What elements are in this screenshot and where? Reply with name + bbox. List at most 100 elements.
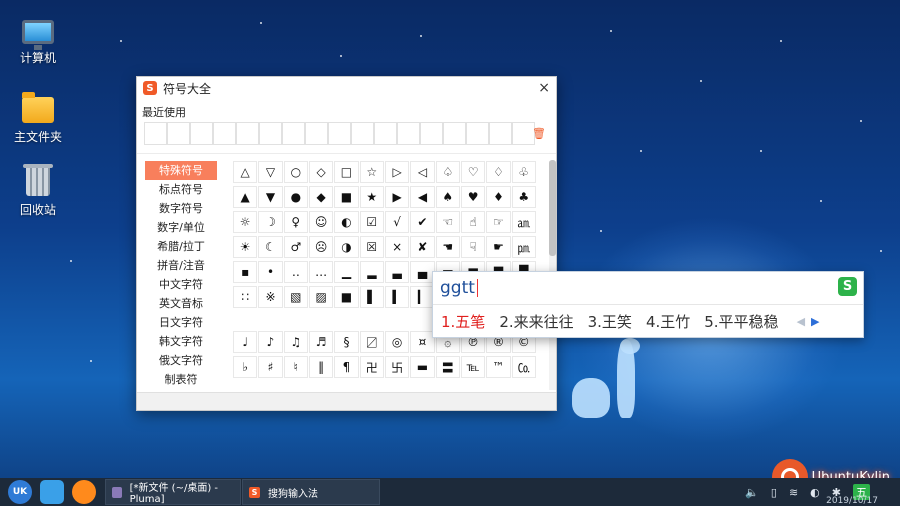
symbol-cell[interactable]: √: [384, 211, 410, 233]
symbol-cell[interactable]: ∷: [233, 286, 258, 308]
symbol-cell[interactable]: ‥: [283, 261, 308, 283]
symbol-cell[interactable]: △: [233, 161, 258, 183]
recent-cell[interactable]: [305, 122, 328, 145]
symbol-cell[interactable]: ☚: [435, 236, 460, 258]
category-item[interactable]: 标点符号: [145, 180, 217, 199]
symbol-cell[interactable]: 〓: [435, 356, 460, 378]
symbol-cell[interactable]: ◐: [334, 211, 359, 233]
symbol-cell[interactable]: ♀: [283, 211, 308, 233]
task-sogou[interactable]: S 搜狗输入法: [242, 479, 380, 505]
symbol-cell[interactable]: ♂: [283, 236, 308, 258]
symbol-cell[interactable]: ♪: [258, 331, 283, 353]
symbol-cell[interactable]: ●: [283, 186, 308, 208]
recent-cell[interactable]: [144, 122, 167, 145]
symbol-cell[interactable]: ♡: [460, 161, 486, 183]
symbol-cell[interactable]: •: [258, 261, 283, 283]
symbol-cell[interactable]: ♧: [511, 161, 536, 183]
recent-cell[interactable]: [282, 122, 305, 145]
start-menu-button[interactable]: UK: [8, 480, 32, 504]
symbol-cell[interactable]: ×: [384, 236, 410, 258]
symbol-cell[interactable]: ▄: [410, 261, 435, 283]
category-item[interactable]: 制表符: [145, 370, 217, 389]
symbol-cell[interactable]: ☒: [359, 236, 384, 258]
symbol-cell[interactable]: ☀: [233, 236, 258, 258]
recent-cell[interactable]: [190, 122, 213, 145]
category-item[interactable]: 中文字符: [145, 275, 217, 294]
symbol-cell[interactable]: ▪: [233, 261, 258, 283]
symbol-cell[interactable]: 卍: [359, 356, 384, 378]
symbol-cell[interactable]: ☞: [486, 211, 511, 233]
symbol-cell[interactable]: ▬: [410, 356, 435, 378]
symbol-cell[interactable]: ♬: [308, 331, 334, 353]
clear-recent-icon[interactable]: 🗑: [532, 127, 546, 140]
recent-cell[interactable]: [213, 122, 236, 145]
symbol-cell[interactable]: ♫: [283, 331, 308, 353]
recent-cell[interactable]: [397, 122, 420, 145]
symbol-cell[interactable]: ▌: [359, 286, 384, 308]
recent-cell[interactable]: [374, 122, 397, 145]
symbol-cell[interactable]: □: [334, 161, 359, 183]
category-item[interactable]: 特殊符号: [145, 161, 217, 180]
desktop-icon-trash[interactable]: 回收站: [0, 164, 76, 218]
symbol-cell[interactable]: ☹: [308, 236, 334, 258]
symbol-cell[interactable]: ▎: [410, 286, 435, 308]
scrollbar-thumb[interactable]: [549, 160, 556, 256]
task-pluma[interactable]: [*新文件 (~/桌面) - Pluma]: [105, 479, 241, 505]
symbol-cell[interactable]: ※: [258, 286, 283, 308]
symbol-cell[interactable]: ▨: [308, 286, 334, 308]
symbol-cell[interactable]: ▁: [334, 261, 359, 283]
symbol-cell[interactable]: ✘: [410, 236, 435, 258]
category-item[interactable]: 英文音标: [145, 294, 217, 313]
category-item[interactable]: 希腊/拉丁: [145, 237, 217, 256]
recent-cell[interactable]: [259, 122, 282, 145]
symbol-cell[interactable]: ㏘: [511, 236, 536, 258]
symbol-cell[interactable]: ♦: [486, 186, 511, 208]
ime-candidate[interactable]: 2.来来往往: [499, 311, 573, 332]
symbol-cell[interactable]: ♯: [258, 356, 283, 378]
recent-cell[interactable]: [236, 122, 259, 145]
symbol-cell[interactable]: ▲: [233, 186, 258, 208]
symbol-cell[interactable]: ¶: [334, 356, 359, 378]
symbol-cell[interactable]: ★: [359, 186, 384, 208]
ime-candidate[interactable]: 1.五笔: [441, 311, 485, 332]
symbol-cell[interactable]: ◆: [308, 186, 334, 208]
close-button[interactable]: ×: [538, 80, 550, 96]
symbol-cell[interactable]: ™: [486, 356, 511, 378]
symbol-cell[interactable]: ☟: [460, 236, 486, 258]
symbol-cell[interactable]: ☺: [308, 211, 334, 233]
recent-cell[interactable]: [167, 122, 190, 145]
volume-icon[interactable]: 🔈: [745, 486, 759, 499]
symbol-cell[interactable]: ‖: [308, 356, 334, 378]
recent-cell[interactable]: [328, 122, 351, 145]
display-icon[interactable]: ▯: [771, 486, 777, 499]
symbol-cell[interactable]: ✔: [410, 211, 435, 233]
recent-cell[interactable]: [466, 122, 489, 145]
symbol-cell[interactable]: ♮: [283, 356, 308, 378]
symbol-cell[interactable]: ■: [334, 286, 359, 308]
recent-cell[interactable]: [489, 122, 512, 145]
symbol-cell[interactable]: ◁: [410, 161, 435, 183]
category-item[interactable]: 日文字符: [145, 313, 217, 332]
symbol-cell[interactable]: ㏂: [511, 211, 536, 233]
symbol-cell[interactable]: ♥: [460, 186, 486, 208]
symbol-cell[interactable]: ◀: [410, 186, 435, 208]
symbol-cell[interactable]: ▧: [283, 286, 308, 308]
symbol-cell[interactable]: ㏇: [511, 356, 536, 378]
category-item[interactable]: 韩文字符: [145, 332, 217, 351]
symbol-cell[interactable]: ☜: [435, 211, 460, 233]
symbol-cell[interactable]: 〼: [359, 331, 384, 353]
firefox-launcher-icon[interactable]: [72, 480, 96, 504]
category-item[interactable]: 数字/单位: [145, 218, 217, 237]
symbol-cell[interactable]: ▷: [384, 161, 410, 183]
symbol-cell[interactable]: ○: [283, 161, 308, 183]
category-item[interactable]: 数字符号: [145, 199, 217, 218]
category-item[interactable]: 拼音/注音: [145, 256, 217, 275]
symbol-cell[interactable]: ◇: [308, 161, 334, 183]
recent-cell[interactable]: [351, 122, 374, 145]
symbol-cell[interactable]: ▶: [384, 186, 410, 208]
symbol-cell[interactable]: ♭: [233, 356, 258, 378]
symbol-cell[interactable]: ♤: [435, 161, 460, 183]
file-manager-launcher-icon[interactable]: [40, 480, 64, 504]
symbol-cell[interactable]: ▽: [258, 161, 283, 183]
symbol-cell[interactable]: ♢: [486, 161, 511, 183]
